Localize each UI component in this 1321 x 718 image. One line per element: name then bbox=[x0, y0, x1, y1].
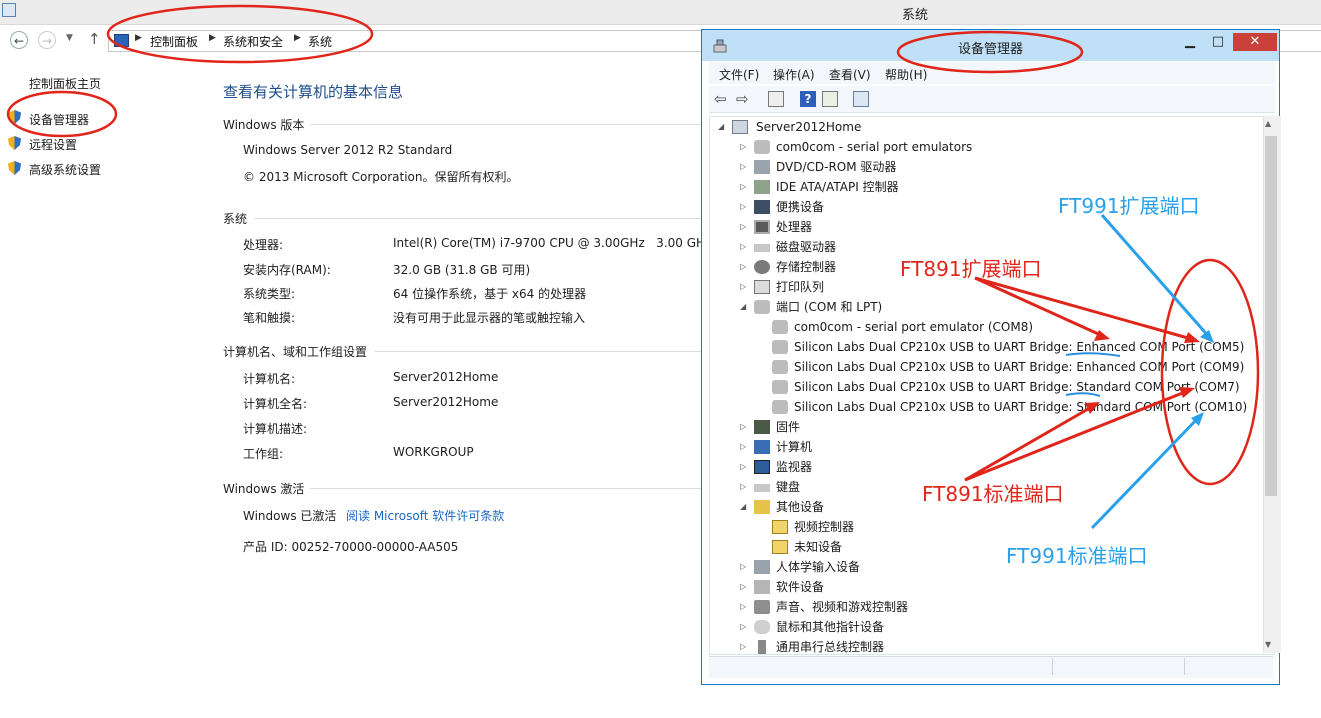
red-arrowhead bbox=[1179, 387, 1195, 398]
red-arrow-line bbox=[974, 276, 1196, 342]
highlight-ellipse-title bbox=[896, 30, 1084, 74]
annotation-ft891-extended: FT891扩展端口 bbox=[900, 257, 1042, 281]
annotation-ft991-extended: FT991扩展端口 bbox=[1058, 194, 1200, 218]
red-arrow-line bbox=[964, 403, 1096, 482]
red-arrowhead bbox=[1184, 332, 1200, 343]
underline-enhanced bbox=[1065, 352, 1121, 357]
annotation-ft991-standard: FT991标准端口 bbox=[1006, 544, 1148, 568]
highlight-ellipse-device-manager-link bbox=[6, 90, 118, 138]
underline-standard bbox=[1065, 392, 1101, 397]
highlight-ellipse-breadcrumb bbox=[106, 4, 374, 64]
blue-arrow-line bbox=[1090, 414, 1202, 530]
annotation-overlay bbox=[6, 4, 1260, 530]
red-arrow-line bbox=[974, 276, 1106, 339]
red-arrow-line bbox=[964, 388, 1191, 482]
annotation-ft891-standard: FT891标准端口 bbox=[922, 482, 1064, 506]
blue-arrowhead bbox=[1200, 330, 1214, 343]
highlight-ellipse-com-ports bbox=[1160, 258, 1260, 486]
